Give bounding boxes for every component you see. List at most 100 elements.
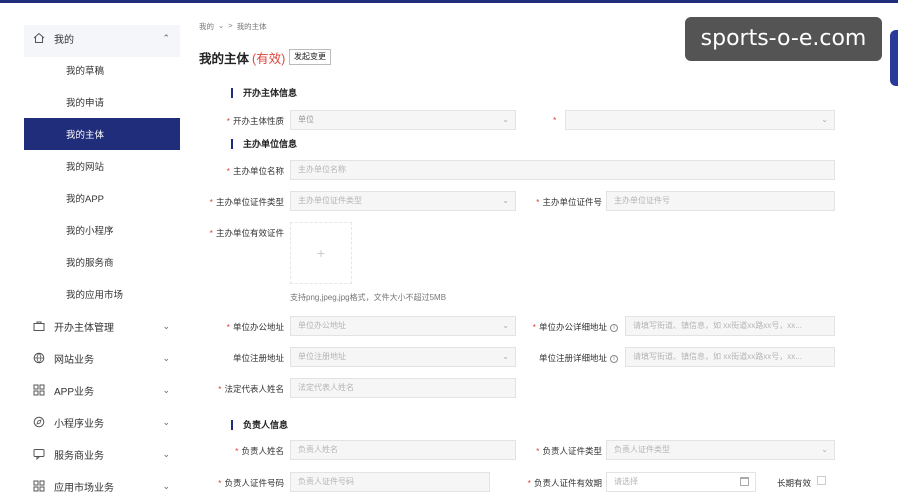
field-label: 单位注册详细地址 i [539,352,618,364]
person-cert-number-input[interactable]: 负责人证件号码 [290,472,490,492]
chevron-down-icon: ⌄ [162,384,170,395]
chevron-down-icon: ⌄ [162,352,170,363]
field-label: * 法定代表人姓名 [218,384,284,394]
breadcrumb: 我的 ⌄ > 我的主体 [199,21,267,32]
plus-icon: + [316,245,326,261]
chevron-down-icon: ⌄ [162,448,170,459]
section-title-organizer: 主办单位信息 [231,139,297,149]
compass-icon [32,415,46,429]
chevron-down-icon: ⌄ [502,196,509,205]
sidebar-item-drafts[interactable]: 我的草稿 [24,54,180,86]
chevron-down-icon: ⌄ [502,115,509,124]
sidebar-group-label: 应用市场业务 [54,482,114,494]
field-label: * 开办主体性质 [226,116,284,126]
breadcrumb-separator: > [228,21,233,30]
sidebar-group-label: 开办主体管理 [54,322,114,334]
legal-representative-input[interactable]: 法定代表人姓名 [290,378,516,398]
field-label: * 单位办公详细地址 i [533,321,618,333]
briefcase-icon [32,319,46,333]
sidebar-item-label: 我的主体 [66,130,105,141]
chevron-up-icon: ⌃ [162,32,170,43]
breadcrumb-item: 我的主体 [236,22,267,31]
sidebar-item-label: 我的申请 [66,98,105,109]
office-address-select[interactable]: 单位办公地址 ⌄ [290,316,516,336]
field-label: * 负责人姓名 [235,446,284,456]
person-cert-type-select[interactable]: 负责人证件类型 ⌄ [606,440,835,460]
sidebar-item-label: 我的草稿 [66,66,105,77]
sidebar-group-miniprogram[interactable]: 小程序业务 ⌄ [24,406,180,438]
person-cert-validity-date-picker[interactable]: 请选择 [606,472,756,492]
sidebar-item-my-appmarket[interactable]: 我的应用市场 [24,278,180,310]
page-title: 我的主体 (有效) [199,48,285,67]
org-cert-type-select[interactable]: 主办单位证件类型 ⌄ [290,191,516,211]
sidebar-item-label: 我的应用市场 [66,290,124,301]
sidebar: 我的 ⌃ 我的草稿 我的申请 我的主体 我的网站 我的APP 我的小程序 我的服… [0,3,186,500]
sidebar-item-label: 我的小程序 [66,226,114,237]
sidebar-group-website[interactable]: 网站业务 ⌄ [24,342,180,374]
section-title-entity: 开办主体信息 [231,88,297,98]
sidebar-item-my-websites[interactable]: 我的网站 [24,150,180,182]
sidebar-group-appmarket[interactable]: 应用市场业务 ⌄ [24,470,180,500]
long-term-checkbox[interactable] [817,476,826,485]
status-badge: (有效) [252,52,286,66]
field-label: * [553,115,557,125]
sidebar-item-applications[interactable]: 我的申请 [24,86,180,118]
floating-side-tab[interactable] [890,30,898,86]
sidebar-group-entity-management[interactable]: 开办主体管理 ⌄ [24,310,180,342]
chevron-down-icon: ⌄ [162,416,170,427]
sidebar-item-my-entity[interactable]: 我的主体 [24,118,180,150]
field-label: * 主办单位证件类型 [209,197,284,207]
watermark-logo: sports-o-e.com [685,17,882,61]
calendar-icon [740,477,749,486]
sidebar-item-label: 我的网站 [66,162,105,173]
section-title-person-in-charge: 负责人信息 [231,420,288,430]
registered-address-select[interactable]: 单位注册地址 ⌄ [290,347,516,367]
field-label: * 主办单位有效证件 [209,228,284,238]
field-label: * 负责人证件类型 [536,446,602,456]
chevron-down-icon: ⌄ [218,21,225,30]
registered-detail-address-input[interactable]: 请填写街道、镇信息，如 xx街道xx路xx号，xx... [625,347,835,367]
long-term-label: 长期有效 [777,478,812,488]
chevron-down-icon: ⌄ [162,480,170,491]
chevron-down-icon: ⌄ [502,352,509,361]
sidebar-group-label: APP业务 [54,386,95,398]
apps-grid-icon [32,479,46,493]
initiate-change-button[interactable]: 发起变更 [289,49,331,65]
chevron-down-icon: ⌄ [162,320,170,331]
sidebar-item-my-miniprogram[interactable]: 我的小程序 [24,214,180,246]
field-label: * 负责人证件号码 [218,478,284,488]
sidebar-group-label: 小程序业务 [54,418,104,430]
office-detail-address-input[interactable]: 请填写街道、镇信息，如 xx街道xx路xx号，xx... [625,316,835,336]
sidebar-group-provider[interactable]: 服务商业务 ⌄ [24,438,180,470]
globe-icon [32,351,46,365]
sidebar-group-label: 我的 [54,34,74,46]
info-icon[interactable]: i [610,323,618,332]
home-icon [32,31,46,45]
sidebar-group-app[interactable]: APP业务 ⌄ [24,374,180,406]
chat-icon [32,447,46,461]
info-icon[interactable]: i [610,354,618,363]
certificate-upload-box[interactable]: + [290,222,352,284]
sidebar-group-label: 网站业务 [54,354,94,366]
field-label: * 负责人证件有效期 [527,478,602,488]
breadcrumb-item[interactable]: 我的 [199,21,214,32]
sidebar-group-label: 服务商业务 [54,450,104,462]
chevron-down-icon: ⌄ [821,445,828,454]
field-label: * 单位办公地址 [226,322,284,332]
main-content: 我的 ⌄ > 我的主体 我的主体 (有效) 发起变更 开办主体信息 * 开办主体性质… [186,3,898,500]
sidebar-group-mine[interactable]: 我的 ⌃ [24,22,180,54]
sidebar-item-my-app[interactable]: 我的APP [24,182,180,214]
sidebar-item-label: 我的服务商 [66,258,114,269]
person-name-input[interactable]: 负责人姓名 [290,440,516,460]
chevron-down-icon: ⌄ [502,321,509,330]
chevron-down-icon: ⌄ [821,115,828,124]
upload-hint: 支持png,jpeg,jpg格式，文件大小不超过5MB [290,293,447,302]
field-label: * 主办单位证件号 [536,197,602,207]
entity-subtype-select[interactable]: ⌄ [565,110,835,130]
sidebar-item-label: 我的APP [66,194,105,205]
org-name-input[interactable]: 主办单位名称 [290,160,835,180]
entity-nature-select[interactable]: 单位 ⌄ [290,110,516,130]
sidebar-item-my-provider[interactable]: 我的服务商 [24,246,180,278]
org-cert-number-input[interactable]: 主办单位证件号 [606,191,835,211]
apps-grid-icon [32,383,46,397]
